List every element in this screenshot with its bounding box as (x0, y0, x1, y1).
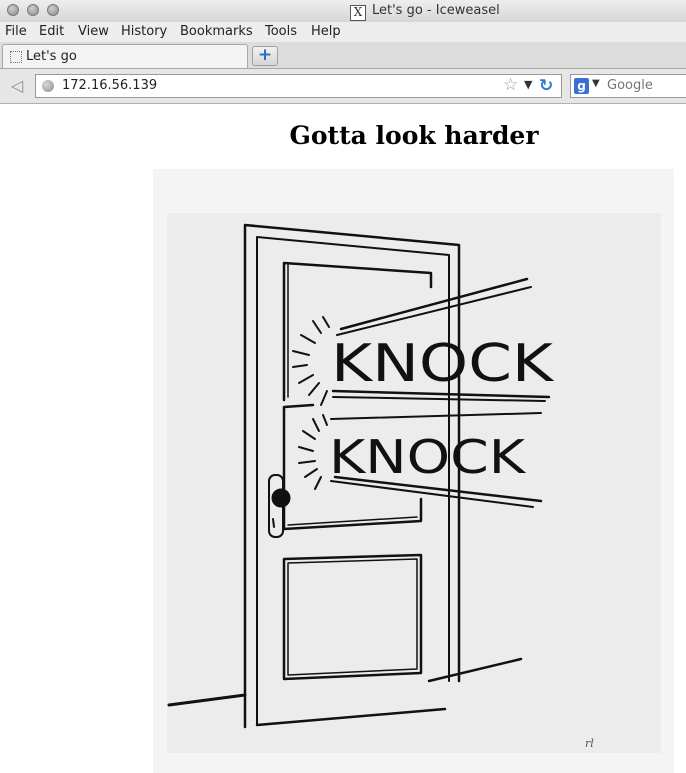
menu-history[interactable]: History (121, 24, 167, 39)
new-tab-button[interactable]: + (252, 46, 278, 66)
url-bar[interactable]: ☆ ▼ ↻ (35, 74, 562, 98)
menu-view[interactable]: View (78, 24, 109, 39)
maximize-icon[interactable] (47, 4, 59, 16)
back-button[interactable]: ◁ (4, 75, 30, 97)
url-input[interactable] (62, 78, 492, 93)
google-search-icon[interactable]: g (574, 78, 589, 94)
page-heading: Gotta look harder (289, 121, 539, 150)
x-window-icon: X (350, 5, 366, 21)
tab-label: Let's go (26, 49, 77, 64)
menu-file[interactable]: File (5, 24, 27, 39)
new-tab-icon: + (257, 45, 273, 65)
menu-tools[interactable]: Tools (265, 24, 297, 39)
tab-bar: Let's go + (0, 42, 686, 69)
globe-icon (42, 80, 54, 92)
reload-icon[interactable]: ↻ (539, 76, 553, 96)
close-icon[interactable] (7, 4, 19, 16)
bookmark-star-icon[interactable]: ☆ (503, 75, 518, 95)
navigation-toolbar: ◁ ☆ ▼ ↻ g ▼ (0, 69, 686, 104)
knock-text-2: KNOCK (329, 430, 527, 484)
menu-bookmarks[interactable]: Bookmarks (180, 24, 253, 39)
minimize-icon[interactable] (27, 4, 39, 16)
window-title: X Let's go - Iceweasel (350, 3, 500, 21)
back-arrow-icon: ◁ (10, 76, 24, 95)
page-content: Gotta look harder KNOCK KNOCK rl (0, 104, 686, 773)
search-bar[interactable]: g ▼ (570, 74, 686, 98)
menu-bar: File Edit View History Bookmarks Tools H… (0, 22, 686, 42)
window-titlebar: X Let's go - Iceweasel (0, 0, 686, 23)
tab-lets-go[interactable]: Let's go (2, 44, 248, 68)
search-engine-dropdown-icon[interactable]: ▼ (592, 78, 600, 89)
knock-knock-image: KNOCK KNOCK rl (153, 169, 674, 773)
url-dropdown-icon[interactable]: ▼ (524, 78, 532, 91)
artist-signature: rl (585, 737, 594, 750)
menu-edit[interactable]: Edit (39, 24, 64, 39)
search-input[interactable] (607, 78, 686, 93)
menu-help[interactable]: Help (311, 24, 341, 39)
knock-knock-illustration: KNOCK KNOCK rl (167, 213, 661, 753)
knock-text-1: KNOCK (331, 334, 555, 394)
tab-favicon (10, 51, 22, 63)
